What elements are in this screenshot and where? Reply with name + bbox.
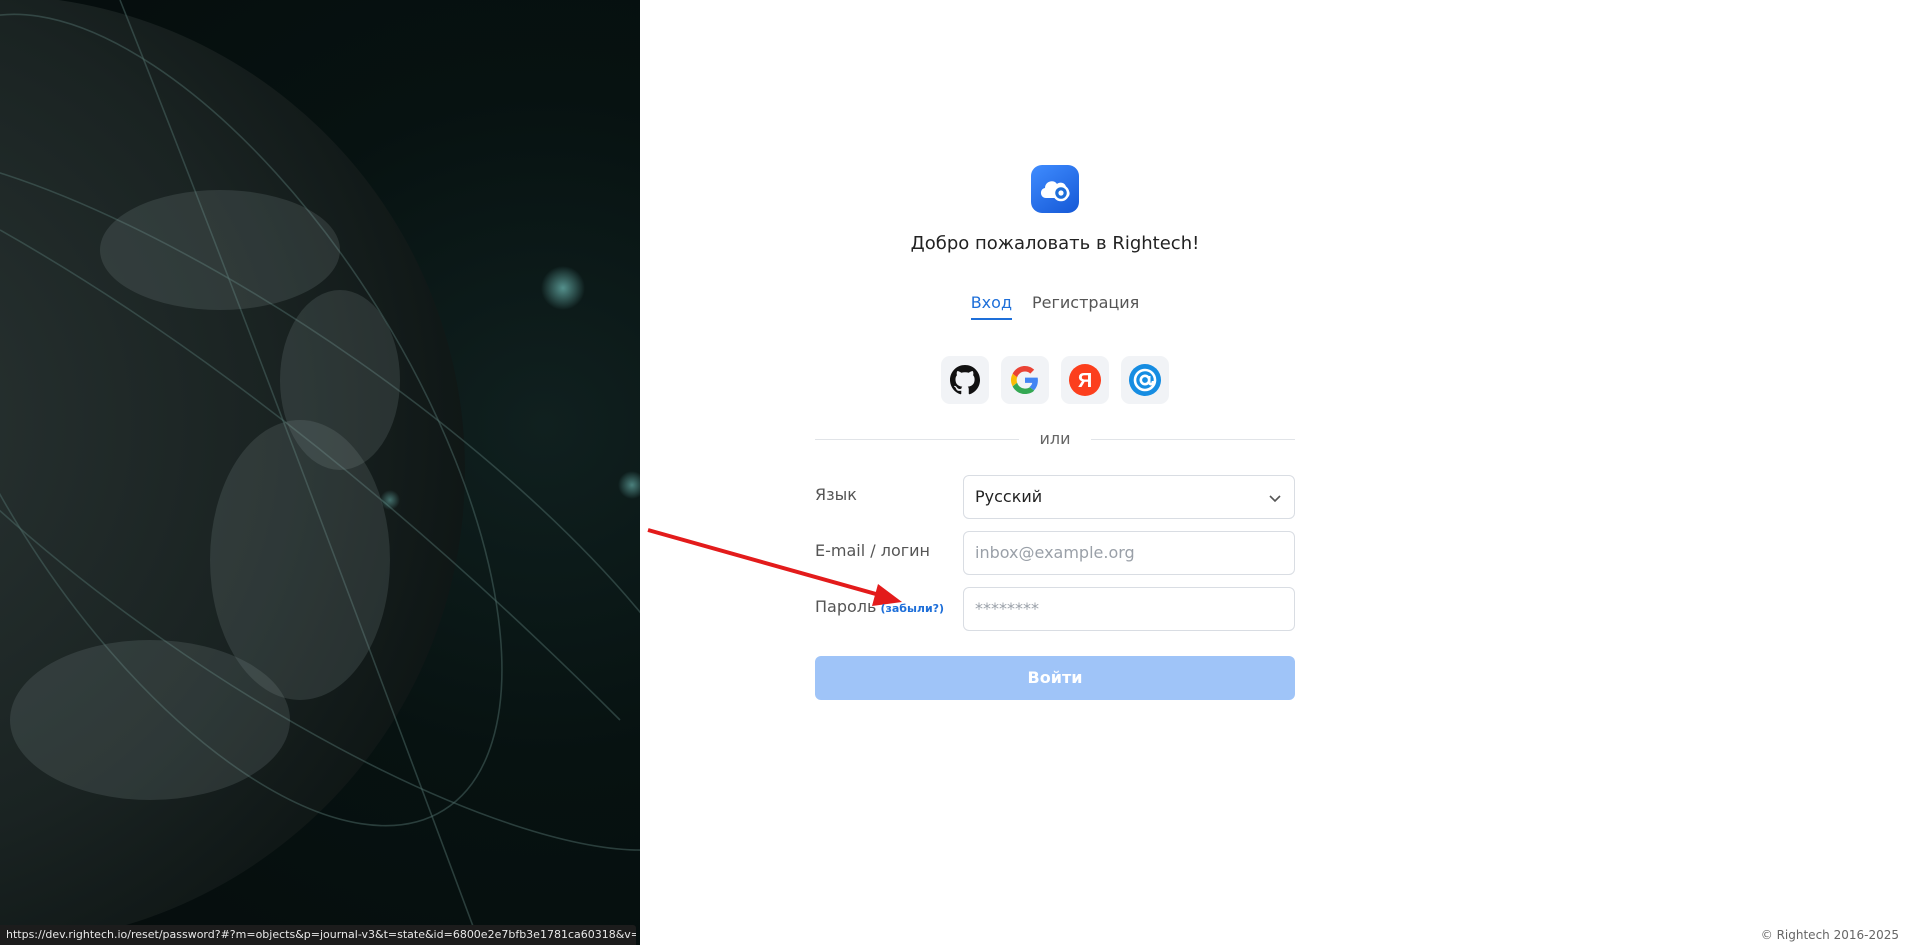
password-field[interactable]: ******** xyxy=(963,587,1295,631)
password-label: Пароль (забыли?) xyxy=(815,597,944,616)
language-label: Язык xyxy=(815,485,857,504)
mailru-login-button[interactable] xyxy=(1121,356,1169,404)
rightech-logo xyxy=(1031,165,1079,213)
email-field[interactable]: inbox@example.org xyxy=(963,531,1295,575)
login-button[interactable]: Войти xyxy=(815,656,1295,700)
auth-tabs: Вход Регистрация xyxy=(815,293,1295,320)
welcome-heading: Добро пожаловать в Rightech! xyxy=(910,233,1200,254)
password-row: Пароль (забыли?) ******** xyxy=(815,587,1295,631)
hero-image: https://dev.rightech.io/reset/password?#… xyxy=(0,0,640,945)
language-row: Язык Русский xyxy=(815,475,1295,519)
copyright-footer: © Rightech 2016-2025 xyxy=(1760,928,1899,942)
tab-login[interactable]: Вход xyxy=(970,293,1012,320)
password-label-text: Пароль xyxy=(815,597,877,616)
github-login-button[interactable] xyxy=(941,356,989,404)
cloud-icon xyxy=(1040,181,1070,202)
github-icon xyxy=(950,365,980,395)
or-divider: или xyxy=(815,429,1295,449)
forgot-password-link[interactable]: (забыли?) xyxy=(880,602,944,615)
earth-illustration xyxy=(0,0,640,945)
divider-line-right xyxy=(1091,439,1295,440)
yandex-login-button[interactable]: Я xyxy=(1061,356,1109,404)
google-icon xyxy=(1011,366,1038,394)
status-bar-url: https://dev.rightech.io/reset/password?#… xyxy=(0,925,636,945)
language-select[interactable]: Русский xyxy=(963,475,1295,519)
google-login-button[interactable] xyxy=(1001,356,1049,404)
chevron-down-icon xyxy=(1269,495,1281,503)
social-login-buttons: Я xyxy=(815,356,1295,404)
tab-register[interactable]: Регистрация xyxy=(1032,293,1139,320)
language-value: Русский xyxy=(975,487,1043,506)
email-label: E-mail / логин xyxy=(815,541,931,560)
mailru-icon xyxy=(1129,364,1161,396)
yandex-icon: Я xyxy=(1069,364,1101,396)
email-row: E-mail / логин inbox@example.org xyxy=(815,531,1295,575)
yandex-letter: Я xyxy=(1078,370,1092,392)
